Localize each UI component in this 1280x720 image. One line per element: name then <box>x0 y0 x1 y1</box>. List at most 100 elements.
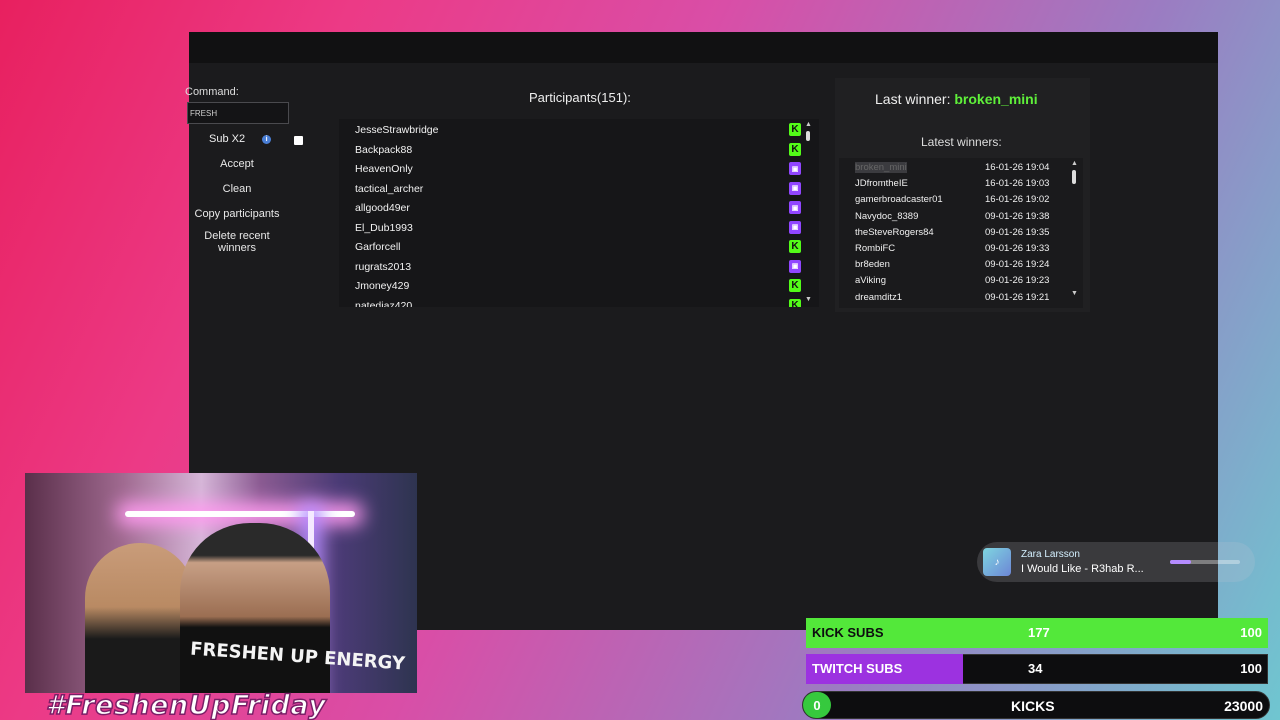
winners-scroll-down-icon[interactable]: ▼ <box>1071 290 1078 297</box>
app-topbar <box>189 32 1218 63</box>
participant-name: rugrats2013 <box>355 260 412 273</box>
neon-light <box>125 511 355 517</box>
participant-name: Garforcell <box>355 241 401 253</box>
winner-date: 16-01-26 19:03 <box>985 178 1050 190</box>
kick-icon: K <box>789 279 801 292</box>
now-playing-progress-fill <box>1170 560 1191 564</box>
winner-row[interactable]: dreamditz1 09-01-26 19:21 <box>855 290 1075 306</box>
participant-row[interactable]: allgood49er ▣ <box>355 199 801 219</box>
winner-date: 16-01-26 19:04 <box>985 162 1050 173</box>
kicks-count: 0 <box>803 692 831 718</box>
sub-x2-checkbox[interactable] <box>294 136 303 145</box>
winner-row[interactable]: JDfromtheIE 16-01-26 19:03 <box>855 176 1075 192</box>
winner-row[interactable]: theSteveRogers84 09-01-26 19:35 <box>855 225 1075 241</box>
winner-row[interactable]: broken_mini 16-01-26 19:04 <box>855 160 1075 176</box>
participant-name: El_Dub1993 <box>355 221 413 234</box>
twitch-icon: ▣ <box>789 259 801 273</box>
accept-button[interactable]: Accept <box>189 158 285 170</box>
clean-button[interactable]: Clean <box>189 183 285 195</box>
winner-row[interactable]: gamerbroadcaster01 16-01-26 19:02 <box>855 192 1075 208</box>
copy-participants-button[interactable]: Copy participants <box>189 208 285 220</box>
goal-label: KICK SUBS <box>812 625 884 640</box>
winner-row[interactable]: RombiFC 09-01-26 19:33 <box>855 241 1075 257</box>
goal-count: 177 <box>1028 625 1050 640</box>
winner-row[interactable]: br8eden 09-01-26 19:24 <box>855 257 1075 273</box>
goal-count: 34 <box>1028 661 1043 676</box>
winner-name: br8eden <box>855 259 890 271</box>
winner-date: 09-01-26 19:24 <box>985 259 1050 271</box>
kicks-target: 23000 <box>1224 698 1263 714</box>
winner-name: Navydoc_8389 <box>855 210 919 222</box>
command-label: Command: <box>185 86 239 98</box>
twitch-icon: ▣ <box>789 220 801 234</box>
kicks-label: KICKS <box>1011 698 1055 714</box>
last-winner: Last winner: broken_mini <box>875 91 1038 107</box>
twitch-icon: ▣ <box>789 201 801 214</box>
winner-name: broken_mini <box>855 162 907 173</box>
participant-row[interactable]: Garforcell K <box>355 238 801 258</box>
sub-x2-label: Sub X2 <box>209 133 246 145</box>
winner-date: 09-01-26 19:35 <box>985 226 1050 238</box>
winner-name: RombiFC <box>855 243 896 254</box>
winners-scroll-up-icon[interactable]: ▲ <box>1071 160 1078 167</box>
goal-target: 100 <box>1240 625 1262 640</box>
kick-icon: K <box>789 240 801 253</box>
winner-date: 09-01-26 19:23 <box>985 275 1050 287</box>
streamer-left <box>85 543 195 693</box>
winner-date: 09-01-26 19:38 <box>985 210 1050 222</box>
now-playing-title: I Would Like - R3hab R... <box>1021 563 1144 575</box>
participant-name: Jmoney429 <box>355 280 410 292</box>
participant-name: JesseStrawbridge <box>355 124 439 136</box>
winners-panel: Last winner: broken_mini Latest winners:… <box>835 78 1090 312</box>
last-winner-label: Last winner: <box>875 91 951 107</box>
last-winner-name: broken_mini <box>954 91 1038 107</box>
command-input[interactable] <box>187 102 289 124</box>
twitch-icon: ▣ <box>789 181 801 195</box>
winner-name: dreamditz1 <box>855 291 902 303</box>
kick-icon: K <box>789 123 801 136</box>
sub-x2-row: Sub X2 i <box>209 133 272 145</box>
winner-name: aViking <box>855 275 886 287</box>
winners-scrollbar[interactable] <box>1072 170 1076 184</box>
latest-winners-label: Latest winners: <box>921 135 1002 149</box>
participant-row[interactable]: Backpack88 K <box>355 141 801 161</box>
participant-row[interactable]: rugrats2013 ▣ <box>355 258 801 278</box>
participant-row[interactable]: tactical_archer ▣ <box>355 180 801 200</box>
scroll-down-icon[interactable]: ▼ <box>805 296 812 303</box>
winner-name: gamerbroadcaster01 <box>855 194 943 206</box>
album-art-icon: ♪ <box>983 548 1011 576</box>
now-playing-progress <box>1170 560 1240 564</box>
winner-name: JDfromtheIE <box>855 178 908 190</box>
latest-winners-list[interactable]: broken_mini 16-01-26 19:04 JDfromtheIE 16-0… <box>839 158 1083 308</box>
participant-name: allgood49er <box>355 202 410 214</box>
kick-icon: K <box>789 142 801 156</box>
delete-recent-winners-button[interactable]: Delete recent winners <box>189 230 285 254</box>
winner-row[interactable]: aViking 09-01-26 19:23 <box>855 273 1075 289</box>
kick-icon: K <box>789 298 801 307</box>
goal-target: 100 <box>1240 661 1262 676</box>
scroll-up-icon[interactable]: ▲ <box>805 121 812 128</box>
participant-name: HeavenOnly <box>355 163 413 175</box>
goal-label: TWITCH SUBS <box>812 661 903 676</box>
participants-scrollbar[interactable] <box>806 131 810 141</box>
hashtag-banner: #FreshenUpFriday <box>45 689 327 720</box>
winner-name: theSteveRogers84 <box>855 226 934 238</box>
participants-list[interactable]: JesseStrawbridge K Backpack88 K HeavenOnly ▣ t… <box>339 119 819 307</box>
participant-row[interactable]: JesseStrawbridge K <box>355 121 801 141</box>
goal-bar: TWITCH SUBS 34 100 <box>806 654 1268 684</box>
participant-row[interactable]: natediaz420 K <box>355 297 801 307</box>
participant-row[interactable]: HeavenOnly ▣ <box>355 160 801 180</box>
participants-title: Participants(151): <box>529 90 631 105</box>
participant-row[interactable]: Jmoney429 K <box>355 277 801 297</box>
winner-date: 09-01-26 19:21 <box>985 291 1050 303</box>
participant-name: tactical_archer <box>355 182 424 195</box>
participant-row[interactable]: El_Dub1993 ▣ <box>355 219 801 239</box>
goal-bar: KICK SUBS 177 100 <box>806 618 1268 648</box>
info-icon[interactable]: i <box>262 134 272 144</box>
kicks-goal-bar: 0 KICKS 23000 <box>802 691 1270 719</box>
participant-name: Backpack88 <box>355 143 413 156</box>
winner-date: 16-01-26 19:02 <box>985 194 1050 206</box>
webcam-feed: FRESHEN UP ENERGY <box>25 473 417 693</box>
winner-row[interactable]: Navydoc_8389 09-01-26 19:38 <box>855 209 1075 225</box>
winner-date: 09-01-26 19:33 <box>985 243 1050 254</box>
